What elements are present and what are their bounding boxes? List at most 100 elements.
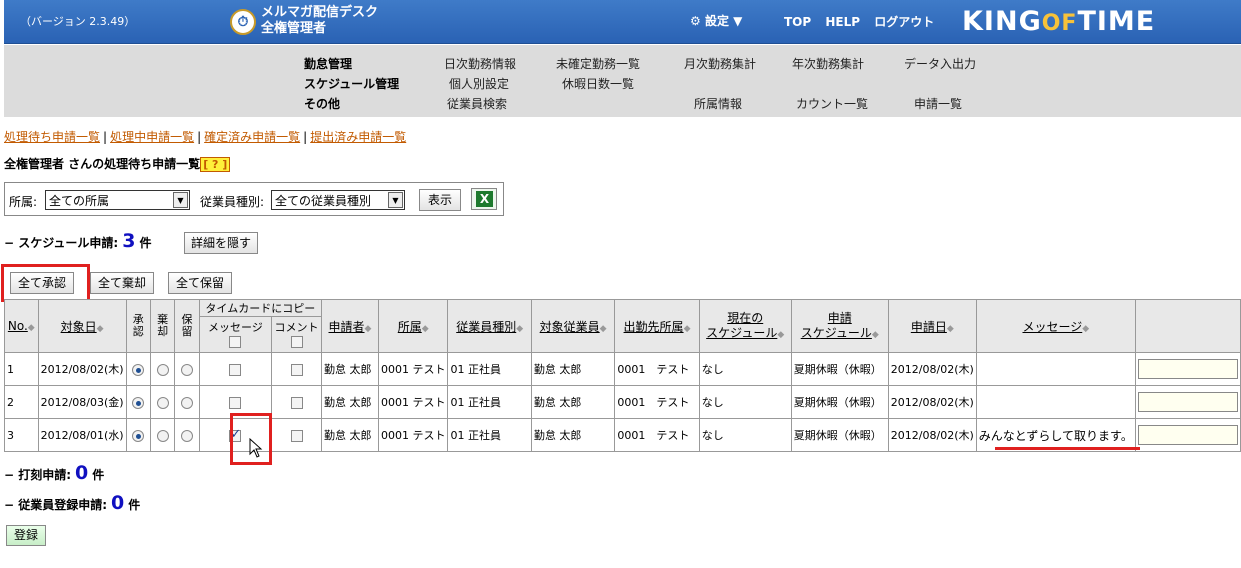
help-badge[interactable]: [ ? ] <box>200 157 231 172</box>
cell-copy-comment <box>271 418 322 452</box>
caret-down-icon: ▼ <box>733 14 743 28</box>
settings-label: 設定 <box>704 14 729 28</box>
filter-box: 所属: 全ての所属 ▼ 従業員種別: 全ての従業員種別 ▼ 表示 X <box>4 182 504 216</box>
col-date[interactable]: 対象日◆ <box>37 299 127 353</box>
hold-radio[interactable] <box>180 429 193 442</box>
cell-destination: 0001 テスト <box>614 385 700 419</box>
copy-comment-all-checkbox[interactable] <box>290 335 303 348</box>
col-current-schedule[interactable]: 現在の スケジュール◆ <box>698 299 792 353</box>
dropdown-arrow-icon: ▼ <box>173 192 188 208</box>
hide-details-button[interactable]: 詳細を隠す <box>184 232 258 254</box>
col-no[interactable]: No.◆ <box>4 299 39 353</box>
cell-no: 3 <box>4 418 39 452</box>
table-row: 2 2012/08/03(金) 勤怠 太郎 0001 テスト 01 正社員 勤怠… <box>4 385 1241 419</box>
app-title-line2: 全権管理者 <box>261 21 327 36</box>
comment-input[interactable] <box>1137 359 1238 379</box>
employee-type-select[interactable]: 全ての従業員種別 ▼ <box>271 190 405 210</box>
schedule-request-table: No.◆ 対象日◆ 承認 棄却 保留 タイムカードにコピー 申請者◆ 所属◆ 従… <box>4 299 1241 452</box>
approve-radio[interactable] <box>132 363 145 376</box>
copy-comment-checkbox[interactable] <box>290 363 303 376</box>
cell-current-schedule: なし <box>698 418 792 452</box>
register-button[interactable]: 登録 <box>6 525 46 546</box>
menu-item-daily-work[interactable]: 日次勤務情報 <box>444 55 516 72</box>
affiliation-select[interactable]: 全ての所属 ▼ <box>45 190 190 210</box>
copy-comment-checkbox[interactable] <box>290 429 303 442</box>
col-applicant[interactable]: 申請者◆ <box>320 299 379 353</box>
menu-item-data-io[interactable]: データ入出力 <box>904 55 976 72</box>
help-link[interactable]: HELP <box>825 15 860 29</box>
cell-message <box>975 385 1136 419</box>
request-sublinks: 処理待ち申請一覧 | 処理中申請一覧 | 確定済み申請一覧 | 提出済み申請一覧 <box>4 130 407 144</box>
hold-radio[interactable] <box>180 396 193 409</box>
col-destination[interactable]: 出勤先所属◆ <box>614 299 700 353</box>
show-button[interactable]: 表示 <box>419 189 461 211</box>
punch-request-unit: 件 <box>92 468 105 482</box>
col-requested-schedule[interactable]: 申請 スケジュール◆ <box>790 299 889 353</box>
reject-radio[interactable] <box>156 363 169 376</box>
cell-hold <box>174 418 200 452</box>
table-row: 1 2012/08/02(木) 勤怠 太郎 0001 テスト 01 正社員 勤怠… <box>4 352 1241 386</box>
cell-target-employee: 勤怠 太郎 <box>530 418 616 452</box>
cell-approve <box>125 385 151 419</box>
col-target-employee[interactable]: 対象従業員◆ <box>530 299 616 353</box>
reject-radio[interactable] <box>156 429 169 442</box>
hold-radio[interactable] <box>180 363 193 376</box>
cell-date: 2012/08/02(木) <box>37 352 127 386</box>
employee-registration-count: 0 <box>111 492 125 514</box>
copy-message-checkbox[interactable] <box>229 396 242 409</box>
cell-date: 2012/08/01(水) <box>37 418 127 452</box>
menu-category-attendance: 勤怠管理 <box>304 57 353 71</box>
cell-request-date: 2012/08/02(木) <box>887 385 977 419</box>
copy-comment-checkbox[interactable] <box>290 396 303 409</box>
schedule-request-unit: 件 <box>139 236 152 250</box>
menu-item-leave-days[interactable]: 休暇日数一覧 <box>562 75 634 92</box>
menu-item-request-list[interactable]: 申請一覧 <box>914 95 962 112</box>
cell-no: 2 <box>4 385 39 419</box>
col-request-date[interactable]: 申請日◆ <box>887 299 977 353</box>
menu-item-employee-search[interactable]: 従業員検索 <box>447 95 507 112</box>
main-menu: 勤怠管理 スケジュール管理 その他 日次勤務情報 未確定勤務一覧 月次勤務集計 … <box>4 45 1241 117</box>
copy-message-checkbox[interactable] <box>229 363 242 376</box>
cell-reject <box>149 352 176 386</box>
top-link[interactable]: TOP <box>784 15 811 29</box>
menu-item-personal-settings[interactable]: 個人別設定 <box>449 75 509 92</box>
logout-link[interactable]: ログアウト <box>874 15 934 29</box>
cell-approve <box>125 352 151 386</box>
comment-input[interactable] <box>1137 425 1238 445</box>
col-copy-message: メッセージ <box>198 316 273 353</box>
col-reject: 棄却 <box>149 299 176 353</box>
col-employee-type[interactable]: 従業員種別◆ <box>447 299 532 353</box>
reject-all-button[interactable]: 全て棄却 <box>90 272 154 294</box>
settings-menu[interactable]: ⚙ 設定 ▼ <box>690 12 742 29</box>
employee-registration-unit: 件 <box>128 498 141 512</box>
col-comment-input <box>1134 299 1241 353</box>
employee-type-label: 従業員種別: <box>200 195 265 209</box>
col-affiliation[interactable]: 所属◆ <box>377 299 449 353</box>
menu-item-count-list[interactable]: カウント一覧 <box>796 95 868 112</box>
dropdown-arrow-icon: ▼ <box>388 192 403 208</box>
page-title-text: 全権管理者 さんの処理待ち申請一覧 <box>4 157 201 171</box>
menu-item-affiliation[interactable]: 所属情報 <box>694 95 742 112</box>
excel-export-button[interactable]: X <box>471 188 497 210</box>
top-links: TOP HELP ログアウト <box>784 13 944 30</box>
copy-message-all-checkbox[interactable] <box>229 335 242 348</box>
link-submitted-requests[interactable]: 提出済み申請一覧 <box>310 130 406 144</box>
link-confirmed-requests[interactable]: 確定済み申請一覧 <box>204 130 300 144</box>
link-processing-requests[interactable]: 処理中申請一覧 <box>110 130 194 144</box>
table-header-row-1: No.◆ 対象日◆ 承認 棄却 保留 タイムカードにコピー 申請者◆ 所属◆ 従… <box>4 299 1241 353</box>
affiliation-select-value: 全ての所属 <box>49 194 110 208</box>
approve-radio[interactable] <box>132 429 145 442</box>
cell-destination: 0001 テスト <box>614 352 700 386</box>
menu-item-monthly[interactable]: 月次勤務集計 <box>684 55 756 72</box>
app-title-line1: メルマガ配信デスク <box>261 5 379 20</box>
approve-radio[interactable] <box>132 396 145 409</box>
cell-target-employee: 勤怠 太郎 <box>530 352 616 386</box>
comment-input[interactable] <box>1137 392 1238 412</box>
menu-category-other: その他 <box>304 97 341 111</box>
link-pending-requests[interactable]: 処理待ち申請一覧 <box>4 130 100 144</box>
col-message[interactable]: メッセージ◆ <box>975 299 1136 353</box>
menu-item-unconfirmed[interactable]: 未確定勤務一覧 <box>556 55 640 72</box>
menu-item-yearly[interactable]: 年次勤務集計 <box>792 55 864 72</box>
hold-all-button[interactable]: 全て保留 <box>168 272 232 294</box>
reject-radio[interactable] <box>156 396 169 409</box>
